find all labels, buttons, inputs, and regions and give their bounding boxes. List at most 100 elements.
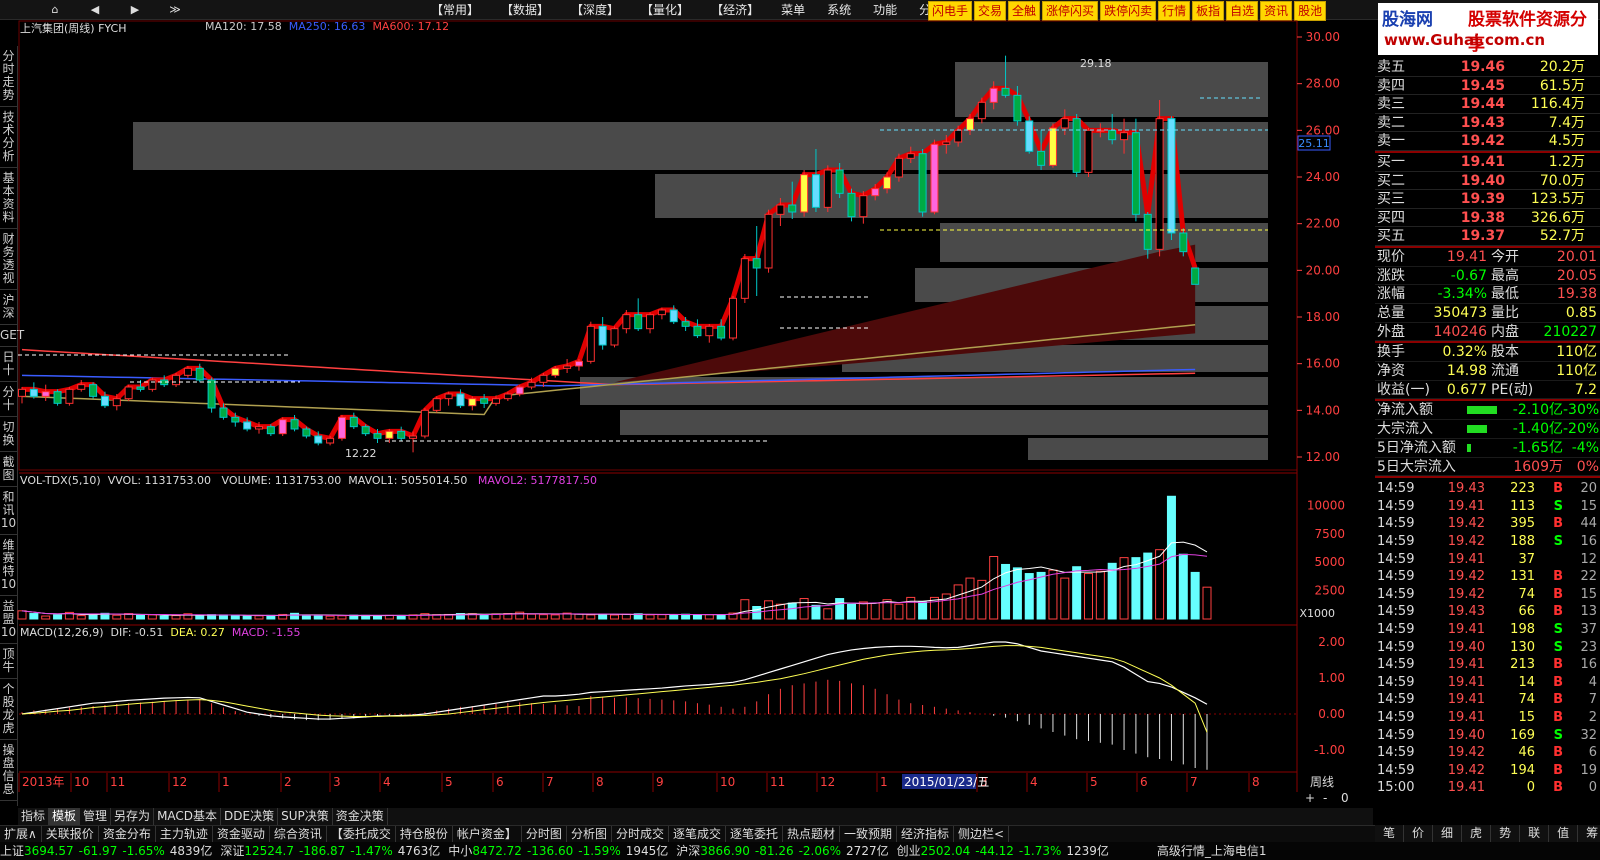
candle	[53, 389, 62, 406]
candle-body	[18, 388, 26, 397]
indicator-tab-6[interactable]: SUP决策	[278, 808, 333, 825]
link-tab-4[interactable]: 资金驱动	[213, 826, 270, 842]
time-axis-label: 10	[74, 775, 89, 789]
volume-bar	[1095, 570, 1105, 620]
index-pct: -1.59%	[578, 844, 621, 858]
right-tab-3[interactable]: 虎	[1462, 825, 1492, 842]
candle-body	[124, 386, 133, 400]
candle-body	[492, 398, 500, 404]
flow-label: 净流入额	[1377, 402, 1433, 419]
price-axis-label: 22.00	[1306, 217, 1340, 231]
right-tab-0[interactable]: 笔	[1375, 825, 1405, 842]
right-tab-7[interactable]: 筹	[1578, 825, 1600, 842]
link-tab-12[interactable]: 逐笔成交	[669, 826, 726, 842]
link-tab-2[interactable]: 资金分布	[99, 826, 156, 842]
link-tab-5[interactable]: 综合资讯	[270, 826, 327, 842]
sell-level: 卖三	[1377, 96, 1405, 113]
right-tab-5[interactable]: 联	[1520, 825, 1550, 842]
quote-label: 最高	[1491, 267, 1519, 284]
volume-bar	[112, 614, 122, 620]
index-quote[interactable]: 创业2502.04 -44.12 -1.73% 1239亿	[897, 842, 1117, 860]
right-tab-2[interactable]: 细	[1433, 825, 1463, 842]
index-quote[interactable]: 沪深3866.90 -81.26 -2.06% 2727亿	[676, 842, 896, 860]
tick-count: 4	[1588, 674, 1597, 690]
tick-time: 14:59	[1377, 762, 1415, 778]
link-tab-10[interactable]: 分析图	[567, 826, 612, 842]
macd-axis-label: 0.00	[1318, 707, 1345, 721]
link-tab-0[interactable]: 扩展∧	[0, 826, 42, 842]
link-tab-11[interactable]: 分时成交	[612, 826, 669, 842]
volume-bar	[1131, 557, 1141, 620]
indicator-tab-3[interactable]: 另存为	[111, 808, 155, 825]
candle-body	[361, 426, 370, 435]
tick-price: 19.41	[1447, 498, 1485, 514]
volume-bar	[906, 596, 916, 620]
index-quote[interactable]: 上证3694.57 -61.97 -1.65% 4839亿	[0, 842, 220, 860]
link-tab-3[interactable]: 主力轨迹	[156, 826, 213, 842]
link-tab-8[interactable]: 帐户资金】	[453, 826, 522, 842]
time-axis-label: 3	[333, 775, 341, 789]
quote-label: 涨幅	[1377, 286, 1405, 303]
volume-bar	[396, 614, 406, 620]
link-tab-13[interactable]: 逐笔委托	[726, 826, 783, 842]
vol-legend: VOL-TDX(5,10) VVOL: 1131753.00 VOLUME: 1…	[20, 474, 597, 487]
candle-body	[835, 169, 844, 194]
link-tab-1[interactable]: 关联报价	[42, 826, 99, 842]
candle	[432, 396, 441, 413]
indicator-tab-4[interactable]: MACD基本	[154, 808, 222, 825]
tick-count: 13	[1580, 604, 1597, 620]
link-tab-7[interactable]: 持仓股份	[396, 826, 453, 842]
macd-name: MACD(12,26,9)	[20, 626, 104, 639]
buy-volume: 123.5万	[1530, 191, 1585, 208]
index-quote[interactable]: 深证12524.7 -186.87 -1.47% 4763亿	[220, 842, 448, 860]
tick-price: 19.42	[1447, 586, 1485, 602]
link-tab-16[interactable]: 经济指标	[897, 826, 955, 842]
indicator-tab-2[interactable]: 管理	[80, 808, 112, 825]
tick-time: 14:59	[1377, 569, 1415, 585]
index-quote[interactable]: 中小8472.72 -136.60 -1.59% 1945亿	[448, 842, 676, 860]
candle	[729, 296, 737, 341]
right-tab-1[interactable]: 价	[1404, 825, 1434, 842]
tick-volume: 130	[1510, 639, 1535, 655]
tick-list[interactable]: 14:59 19.43 223 B 20 14:59 19.41 113 S 15 14:59 19.…	[1375, 480, 1600, 797]
candle-body	[1025, 120, 1034, 152]
right-tab-4[interactable]: 势	[1491, 825, 1521, 842]
tick-time: 14:59	[1377, 639, 1415, 655]
candle-body	[693, 325, 702, 337]
tick-time: 15:00	[1377, 780, 1415, 796]
buy-level: 买五	[1377, 228, 1405, 245]
tick-side: B	[1553, 481, 1563, 497]
tick-time: 14:59	[1377, 745, 1415, 761]
candle-body	[1037, 150, 1046, 166]
indicator-tab-5[interactable]: DDE决策	[221, 808, 279, 825]
volume-bar	[1012, 567, 1022, 620]
link-tab-15[interactable]: 一致预期	[840, 826, 898, 842]
indicator-tab-7[interactable]: 资金决策	[333, 808, 388, 825]
link-tab-9[interactable]: 分时图	[522, 826, 567, 842]
candle-body	[480, 398, 489, 404]
quote-stats: 现价 19.41 今开 20.01 涨跌 -0.67 最高 20.05 涨幅 -3.34% 最低 19…	[1375, 248, 1600, 342]
flow-bar-fill	[1467, 443, 1471, 452]
ma-legend: MA120: 17.58 MA250: 16.63 MA600: 17.12	[205, 20, 449, 33]
indicator-tab-0[interactable]: 指标	[18, 808, 50, 825]
candle	[41, 384, 50, 401]
price-axis-label: 14.00	[1306, 403, 1340, 417]
indicator-tab-1[interactable]: 模板	[49, 808, 81, 825]
candle	[610, 326, 619, 348]
candle	[172, 373, 181, 387]
right-tab-6[interactable]: 值	[1549, 825, 1579, 842]
index-value: 2502.04	[920, 844, 971, 858]
tick-volume: 74	[1518, 586, 1535, 602]
tick-price: 19.41	[1447, 674, 1485, 690]
link-tab-6[interactable]: 【委托成交	[327, 826, 396, 842]
tick-price: 19.41	[1447, 657, 1485, 673]
candle-body	[373, 433, 382, 439]
link-tab-14[interactable]: 热点题材	[783, 826, 841, 842]
link-tab-17[interactable]: 侧边栏<	[954, 826, 1010, 842]
flow-row: 5日大宗流入 1609万 0%	[1375, 458, 1600, 477]
candle-body	[669, 309, 678, 323]
candle-body	[100, 395, 109, 407]
tick-row: 14:59 19.42 46 B 6	[1375, 744, 1600, 762]
volume-bar	[479, 614, 489, 620]
flow-bar	[1467, 420, 1507, 438]
